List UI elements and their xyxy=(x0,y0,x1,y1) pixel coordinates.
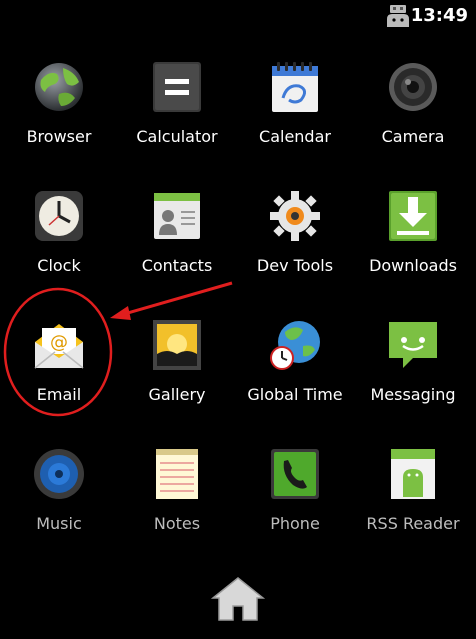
app-phone[interactable]: Phone xyxy=(236,447,354,547)
app-browser[interactable]: Browser xyxy=(0,60,118,160)
calendar-icon xyxy=(269,60,321,114)
status-clock: 13:49 xyxy=(410,5,468,26)
app-contacts[interactable]: Contacts xyxy=(118,189,236,289)
app-label: Email xyxy=(36,385,82,404)
app-label: Notes xyxy=(153,514,201,533)
app-dev-tools[interactable]: Dev Tools xyxy=(236,189,354,289)
app-label: Camera xyxy=(381,127,445,146)
global-time-icon xyxy=(269,318,321,372)
app-downloads[interactable]: Downloads xyxy=(354,189,472,289)
notes-icon xyxy=(151,447,203,501)
status-bar: 13:49 xyxy=(0,0,476,34)
app-rss-reader[interactable]: RSS Reader xyxy=(354,447,472,547)
calculator-icon xyxy=(151,60,203,114)
app-label: Music xyxy=(36,514,82,533)
phone-icon xyxy=(269,447,321,501)
music-speaker-icon xyxy=(33,447,85,501)
app-messaging[interactable]: Messaging xyxy=(354,318,472,418)
app-label: Dev Tools xyxy=(256,256,334,275)
downloads-icon xyxy=(387,189,439,243)
browser-globe-icon xyxy=(33,60,85,114)
app-label: Contacts xyxy=(141,256,213,275)
app-label: Calendar xyxy=(259,127,331,146)
home-icon[interactable] xyxy=(209,574,267,624)
app-calendar[interactable]: Calendar xyxy=(236,60,354,160)
app-label: Browser xyxy=(26,127,92,146)
app-label: Phone xyxy=(270,514,320,533)
contacts-icon xyxy=(151,189,203,243)
app-camera[interactable]: Camera xyxy=(354,60,472,160)
app-label: Calculator xyxy=(136,127,218,146)
clock-icon xyxy=(33,189,85,243)
dev-tools-gear-icon xyxy=(269,189,321,243)
svg-text:@: @ xyxy=(50,332,68,353)
app-label: Messaging xyxy=(370,385,456,404)
app-clock[interactable]: Clock xyxy=(0,189,118,289)
app-gallery[interactable]: Gallery xyxy=(118,318,236,418)
app-label: Global Time xyxy=(247,385,343,404)
rss-reader-icon xyxy=(387,447,439,501)
app-label: RSS Reader xyxy=(366,514,460,533)
gallery-icon xyxy=(151,318,203,372)
email-envelope-icon: @ xyxy=(33,318,85,372)
app-label: Clock xyxy=(37,256,81,275)
camera-icon xyxy=(387,60,439,114)
app-email[interactable]: @ Email xyxy=(0,318,118,418)
app-music[interactable]: Music xyxy=(0,447,118,547)
app-calculator[interactable]: Calculator xyxy=(118,60,236,160)
messaging-icon xyxy=(387,318,439,372)
app-label: Gallery xyxy=(148,385,206,404)
usb-debugging-icon xyxy=(387,5,409,27)
app-label: Downloads xyxy=(369,256,457,275)
app-notes[interactable]: Notes xyxy=(118,447,236,547)
app-global-time[interactable]: Global Time xyxy=(236,318,354,418)
